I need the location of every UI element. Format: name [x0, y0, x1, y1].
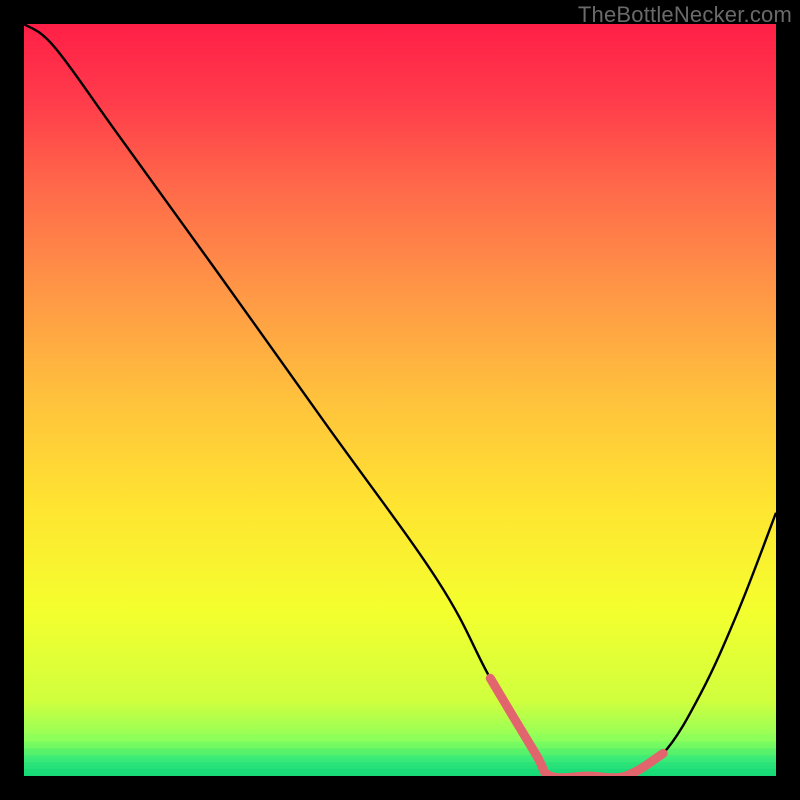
bottleneck-chart — [24, 24, 776, 776]
gradient-background — [24, 24, 776, 776]
watermark-text: TheBottleNecker.com — [578, 2, 792, 28]
chart-frame — [24, 24, 776, 776]
